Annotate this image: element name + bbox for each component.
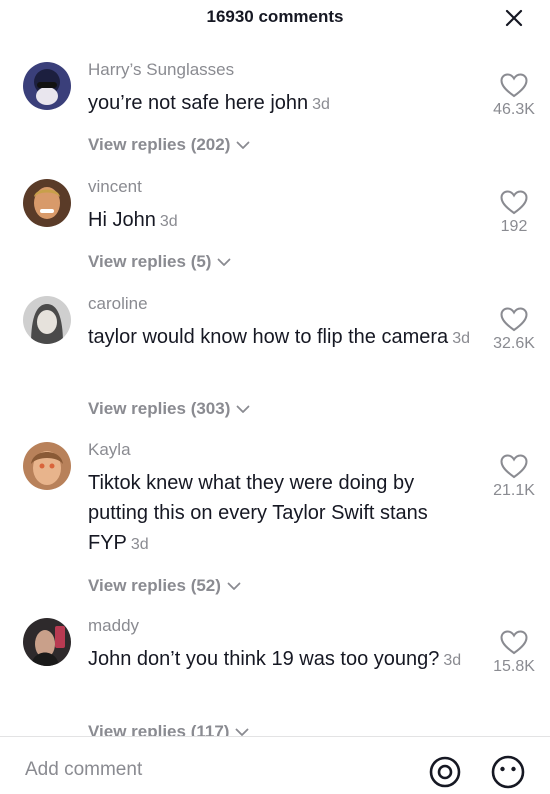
avatar[interactable] xyxy=(23,442,71,490)
comment-list[interactable]: Harry’s Sunglasses you’re not safe here … xyxy=(0,34,550,736)
like-button[interactable]: 21.1K xyxy=(476,454,550,500)
comment-username[interactable]: caroline xyxy=(88,294,148,314)
view-replies-button[interactable]: View replies (52) xyxy=(88,576,241,596)
heart-outline-icon xyxy=(500,190,528,215)
view-replies-label: View replies (5) xyxy=(88,252,212,271)
comment-text: John don’t you think 19 was too young? 3d xyxy=(88,648,462,670)
comment-time: 3d xyxy=(452,330,470,347)
close-icon xyxy=(505,9,523,27)
comment-time: 3d xyxy=(159,213,178,230)
comment-text: Tiktok knew what they were doing by putt… xyxy=(88,472,428,554)
comment-time: 3d xyxy=(312,96,330,113)
view-replies-label: View replies (202) xyxy=(88,135,231,154)
comment-username[interactable]: Harry’s Sunglasses xyxy=(88,60,234,80)
like-count: 192 xyxy=(500,218,528,235)
comments-header: 16930 comments xyxy=(0,0,550,34)
comment-username[interactable]: maddy xyxy=(88,616,139,636)
comment-composer xyxy=(0,736,550,789)
chevron-down-icon xyxy=(227,582,241,590)
view-replies-button[interactable]: View replies (117) xyxy=(88,722,249,736)
view-replies-label: View replies (52) xyxy=(88,576,221,595)
comment-time: 3d xyxy=(443,652,462,669)
like-count: 21.1K xyxy=(493,482,535,499)
like-button[interactable]: 32.6K xyxy=(476,307,550,353)
comment-text: you’re not safe here john 3d xyxy=(88,92,330,114)
heart-outline-icon xyxy=(500,307,528,332)
chevron-down-icon xyxy=(218,258,231,266)
view-replies-label: View replies (303) xyxy=(88,399,231,418)
comment-text: taylor would know how to flip the camera… xyxy=(88,326,470,348)
add-comment-input[interactable] xyxy=(25,759,405,781)
view-replies-button[interactable]: View replies (202) xyxy=(88,135,250,155)
comment-username[interactable]: vincent xyxy=(88,177,142,197)
avatar[interactable] xyxy=(23,179,71,227)
comments-count-title: 16930 comments xyxy=(206,7,344,26)
like-button[interactable]: 46.3K xyxy=(476,73,550,119)
heart-outline-icon xyxy=(500,630,528,655)
emoji-icon xyxy=(491,755,525,789)
avatar[interactable] xyxy=(23,296,71,344)
view-replies-label: View replies (117) xyxy=(88,722,230,736)
heart-outline-icon xyxy=(500,454,528,479)
like-button[interactable]: 192 xyxy=(476,190,550,236)
comment-username[interactable]: Kayla xyxy=(88,440,131,460)
close-button[interactable] xyxy=(502,6,526,30)
view-replies-button[interactable]: View replies (303) xyxy=(88,399,250,419)
like-button[interactable]: 15.8K xyxy=(476,630,550,676)
like-count: 46.3K xyxy=(493,101,535,118)
chevron-down-icon xyxy=(236,405,250,413)
heart-outline-icon xyxy=(500,73,528,98)
avatar[interactable] xyxy=(23,618,71,666)
like-count: 15.8K xyxy=(493,658,535,675)
at-sign-icon xyxy=(429,756,461,788)
chevron-down-icon xyxy=(236,728,249,736)
comment-text: Hi John 3d xyxy=(88,209,178,231)
view-replies-button[interactable]: View replies (5) xyxy=(88,252,231,272)
like-count: 32.6K xyxy=(493,335,535,352)
comment-time: 3d xyxy=(130,536,149,553)
chevron-down-icon xyxy=(236,141,250,149)
avatar[interactable] xyxy=(23,62,71,110)
